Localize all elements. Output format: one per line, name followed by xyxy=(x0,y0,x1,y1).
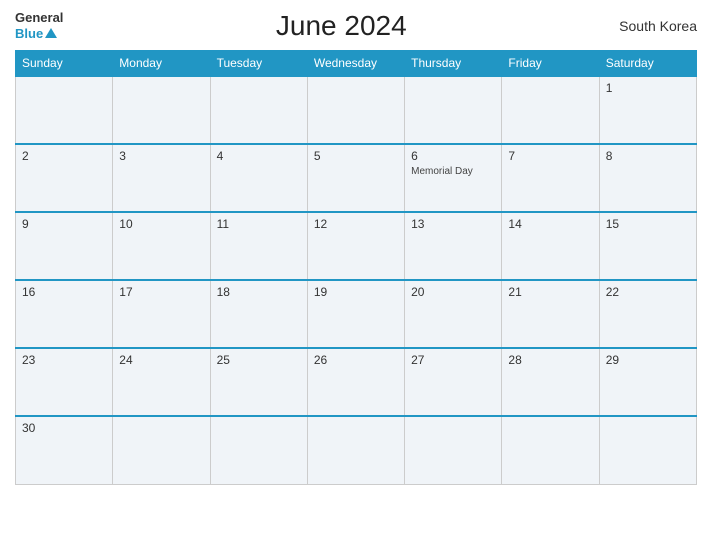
day-number: 23 xyxy=(22,353,106,367)
day-cell-23: 23 xyxy=(16,348,113,416)
day-cell-3: 3 xyxy=(113,144,210,212)
day-number: 13 xyxy=(411,217,495,231)
col-wednesday: Wednesday xyxy=(307,51,404,77)
day-number: 6 xyxy=(411,149,495,163)
col-friday: Friday xyxy=(502,51,599,77)
day-number: 16 xyxy=(22,285,106,299)
day-cell-empty xyxy=(405,76,502,144)
day-number: 30 xyxy=(22,421,106,435)
day-cell-empty xyxy=(16,76,113,144)
day-cell-20: 20 xyxy=(405,280,502,348)
logo-general-text: General xyxy=(15,10,63,26)
col-thursday: Thursday xyxy=(405,51,502,77)
day-cell-empty xyxy=(599,416,696,484)
week-row-2: 2 3 4 5 6 Memorial Day 7 xyxy=(16,144,697,212)
day-cell-5: 5 xyxy=(307,144,404,212)
day-cell-22: 22 xyxy=(599,280,696,348)
day-cell-13: 13 xyxy=(405,212,502,280)
region-label: South Korea xyxy=(619,18,697,34)
calendar-header: Sunday Monday Tuesday Wednesday Thursday… xyxy=(16,51,697,77)
day-number: 20 xyxy=(411,285,495,299)
day-number: 2 xyxy=(22,149,106,163)
day-number: 15 xyxy=(606,217,690,231)
day-cell-29: 29 xyxy=(599,348,696,416)
day-cell-19: 19 xyxy=(307,280,404,348)
day-number: 9 xyxy=(22,217,106,231)
day-cell-8: 8 xyxy=(599,144,696,212)
day-cell-empty xyxy=(307,416,404,484)
day-number: 17 xyxy=(119,285,203,299)
day-number: 28 xyxy=(508,353,592,367)
day-number: 3 xyxy=(119,149,203,163)
day-cell-empty xyxy=(210,76,307,144)
day-number: 25 xyxy=(217,353,301,367)
day-cell-11: 11 xyxy=(210,212,307,280)
day-cell-12: 12 xyxy=(307,212,404,280)
day-cell-7: 7 xyxy=(502,144,599,212)
col-saturday: Saturday xyxy=(599,51,696,77)
day-number: 11 xyxy=(217,217,301,231)
day-number: 7 xyxy=(508,149,592,163)
day-cell-18: 18 xyxy=(210,280,307,348)
header: General Blue June 2024 South Korea xyxy=(15,10,697,42)
day-cell-25: 25 xyxy=(210,348,307,416)
day-cell-16: 16 xyxy=(16,280,113,348)
day-number: 24 xyxy=(119,353,203,367)
col-sunday: Sunday xyxy=(16,51,113,77)
week-row-4: 16 17 18 19 20 21 22 xyxy=(16,280,697,348)
day-number: 27 xyxy=(411,353,495,367)
day-cell-4: 4 xyxy=(210,144,307,212)
day-cell-24: 24 xyxy=(113,348,210,416)
day-number: 1 xyxy=(606,81,690,95)
calendar-page: General Blue June 2024 South Korea Sunda… xyxy=(0,0,712,550)
day-cell-6: 6 Memorial Day xyxy=(405,144,502,212)
week-row-6: 30 xyxy=(16,416,697,484)
day-cell-30: 30 xyxy=(16,416,113,484)
day-cell-empty xyxy=(405,416,502,484)
day-cell-2: 2 xyxy=(16,144,113,212)
col-monday: Monday xyxy=(113,51,210,77)
day-cell-17: 17 xyxy=(113,280,210,348)
day-cell-1: 1 xyxy=(599,76,696,144)
week-row-5: 23 24 25 26 27 28 29 xyxy=(16,348,697,416)
day-cell-14: 14 xyxy=(502,212,599,280)
col-tuesday: Tuesday xyxy=(210,51,307,77)
day-cell-27: 27 xyxy=(405,348,502,416)
day-number: 26 xyxy=(314,353,398,367)
logo: General Blue xyxy=(15,10,63,41)
day-cell-empty xyxy=(113,416,210,484)
day-number: 14 xyxy=(508,217,592,231)
day-cell-26: 26 xyxy=(307,348,404,416)
logo-triangle-icon xyxy=(45,28,57,38)
logo-blue-text: Blue xyxy=(15,26,63,42)
day-number: 8 xyxy=(606,149,690,163)
day-number: 12 xyxy=(314,217,398,231)
day-cell-28: 28 xyxy=(502,348,599,416)
day-cell-9: 9 xyxy=(16,212,113,280)
day-cell-empty xyxy=(502,416,599,484)
calendar-title: June 2024 xyxy=(276,10,407,42)
day-number: 21 xyxy=(508,285,592,299)
day-number: 29 xyxy=(606,353,690,367)
day-number: 10 xyxy=(119,217,203,231)
day-number: 5 xyxy=(314,149,398,163)
calendar-body: 1 2 3 4 5 6 Memorial Day xyxy=(16,76,697,484)
event-label: Memorial Day xyxy=(411,166,473,177)
day-cell-empty xyxy=(502,76,599,144)
day-cell-empty xyxy=(210,416,307,484)
day-number: 18 xyxy=(217,285,301,299)
day-cell-15: 15 xyxy=(599,212,696,280)
day-number: 4 xyxy=(217,149,301,163)
calendar-table: Sunday Monday Tuesday Wednesday Thursday… xyxy=(15,50,697,485)
day-cell-empty xyxy=(113,76,210,144)
day-cell-empty xyxy=(307,76,404,144)
week-row-1: 1 xyxy=(16,76,697,144)
week-row-3: 9 10 11 12 13 14 15 xyxy=(16,212,697,280)
day-cell-10: 10 xyxy=(113,212,210,280)
day-number: 22 xyxy=(606,285,690,299)
day-cell-21: 21 xyxy=(502,280,599,348)
weekday-header-row: Sunday Monday Tuesday Wednesday Thursday… xyxy=(16,51,697,77)
day-number: 19 xyxy=(314,285,398,299)
